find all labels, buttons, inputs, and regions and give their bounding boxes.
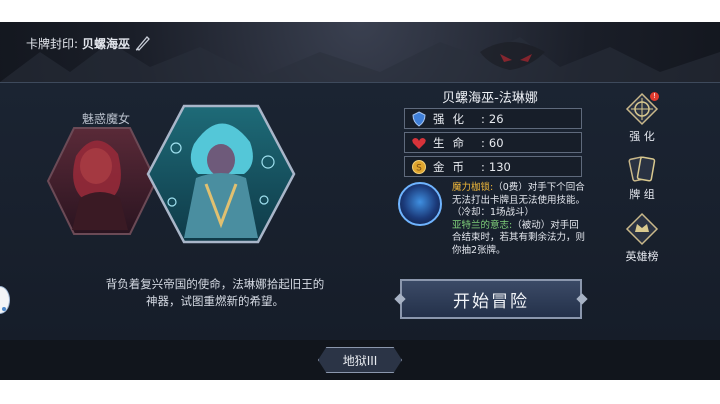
game-screen: 卡牌封印: 贝螺海巫 魅惑魔女 背负着复兴帝国的使命，法琳娜拾起旧王的 神器，试… — [0, 0, 720, 404]
skill-avatar[interactable] — [398, 182, 442, 226]
hero-title: 贝螺海巫-法琳娜 — [442, 91, 538, 106]
hero-description-line-2: 神器，试图重燃新的希望。 — [146, 294, 284, 308]
letterbox-bottom — [0, 380, 720, 404]
side-button-enhance-label: 强 化 — [629, 130, 655, 143]
letterbox-top — [0, 0, 720, 22]
svg-text:S: S — [416, 163, 422, 173]
stat-gold: S 金币 : 130 — [404, 156, 582, 177]
skill-1: 魔力枷锁:（0费）对手下个回合无法打出卡牌且无法使用技能。（冷却：1场战斗） — [452, 182, 588, 220]
stat-health-value: 60 — [488, 135, 504, 150]
heart-icon — [412, 137, 426, 149]
stat-enhance-value: 26 — [488, 111, 504, 126]
shield-icon — [412, 110, 426, 127]
side-button-deck[interactable]: 牌 组 — [620, 154, 664, 202]
stat-gold-value: 130 — [488, 159, 511, 174]
assist-bubble-dot — [2, 307, 6, 311]
side-button-enhance[interactable]: 强 化 — [620, 92, 664, 144]
difficulty-selector[interactable]: 地狱III — [318, 347, 402, 373]
side-button-deck-label: 牌 组 — [629, 188, 655, 201]
left-card-portrait[interactable] — [46, 126, 158, 236]
card-seal-label: 卡牌封印: — [26, 36, 79, 51]
left-card-name: 魅惑魔女 — [82, 112, 131, 126]
card-seal-name: 贝螺海巫 — [82, 36, 131, 51]
stat-health: 生命 : 60 — [404, 132, 582, 153]
deck-icon — [628, 156, 656, 182]
hero-description: 背负着复兴帝国的使命，法琳娜拾起旧王的 神器，试图重燃新的希望。 — [90, 276, 340, 310]
skill-description: 魔力枷锁:（0费）对手下个回合无法打出卡牌且无法使用技能。（冷却：1场战斗） 亚… — [452, 182, 588, 257]
quill-icon[interactable] — [134, 34, 152, 52]
stat-enhance-label: 强化 — [433, 111, 472, 126]
skill-2-name: 亚特兰的意志: — [452, 219, 513, 231]
hero-portrait[interactable] — [146, 104, 296, 244]
difficulty-label: 地狱III — [342, 353, 378, 368]
side-button-leaderboard-label: 英雄榜 — [625, 250, 659, 263]
side-button-leaderboard[interactable]: 英雄榜 — [620, 212, 664, 264]
stat-gold-label: 金币 — [433, 159, 472, 174]
leaderboard-icon — [625, 212, 659, 246]
start-adventure-button[interactable]: 开始冒险 — [394, 279, 588, 319]
hero-description-line-1: 背负着复兴帝国的使命，法琳娜拾起旧王的 — [105, 277, 325, 291]
coin-icon: S — [412, 159, 426, 174]
stat-health-label: 生命 — [433, 135, 472, 150]
skill-2: 亚特兰的意志:（被动）对手回合结束时，若其有剩余法力，则你抽2张牌。 — [452, 220, 588, 258]
start-adventure-label: 开始冒险 — [453, 291, 529, 312]
stat-enhance: 强化 : 26 — [404, 108, 582, 129]
skill-1-name: 魔力枷锁: — [452, 182, 494, 193]
card-seal-header: 卡牌封印: 贝螺海巫 — [26, 34, 152, 52]
enhance-icon — [625, 92, 659, 126]
